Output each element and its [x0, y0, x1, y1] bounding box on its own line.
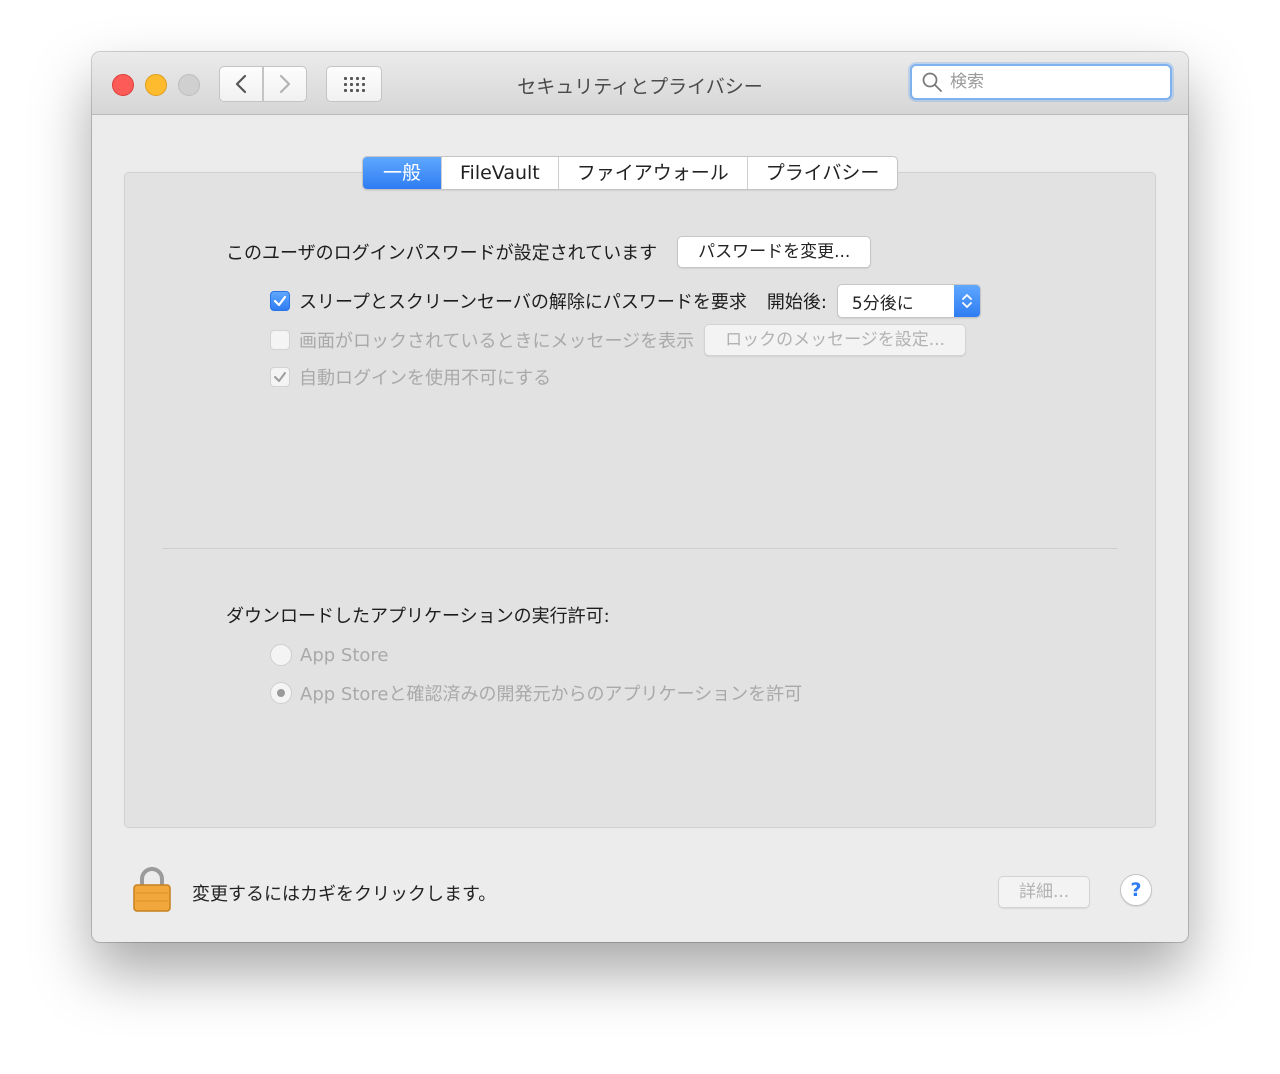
- show-message-row: 画面がロックされているときにメッセージを表示 ロックのメッセージを設定...: [270, 324, 966, 356]
- require-password-checkbox[interactable]: [270, 291, 290, 311]
- radio-identified-developers-label: App Storeと確認済みの開発元からのアプリケーションを許可: [300, 684, 803, 705]
- tab-privacy[interactable]: プライバシー: [748, 157, 898, 189]
- password-status-label: このユーザのログインパスワードが設定されています: [226, 243, 658, 264]
- preferences-window: セキュリティとプライバシー 一般 FileVault ファイアウォール プライバ…: [92, 52, 1188, 942]
- option-app-store-row: App Store: [270, 644, 388, 666]
- stepper-arrows-icon: [953, 285, 980, 317]
- radio-identified-developers[interactable]: [270, 682, 292, 704]
- auto-login-row: 自動ログインを使用不可にする: [270, 364, 551, 390]
- require-password-row: スリープとスクリーンセーバの解除にパスワードを要求 開始後: 5分後に: [270, 284, 981, 318]
- radio-selected-dot: [277, 689, 285, 697]
- option-identified-row: App Storeと確認済みの開発元からのアプリケーションを許可: [270, 680, 802, 706]
- tab-general[interactable]: 一般: [363, 157, 443, 189]
- search-field[interactable]: [910, 64, 1172, 100]
- password-row: このユーザのログインパスワードが設定されています パスワードを変更...: [226, 236, 872, 268]
- checkmark-icon: [274, 372, 286, 382]
- tab-firewall[interactable]: ファイアウォール: [559, 157, 748, 189]
- delay-select-value: 5分後に: [851, 293, 914, 314]
- checkmark-icon: [273, 295, 287, 307]
- show-message-label: 画面がロックされているときにメッセージを表示: [299, 331, 695, 352]
- lock-icon[interactable]: [132, 866, 172, 912]
- advanced-button[interactable]: 詳細...: [998, 876, 1091, 908]
- delay-label: 開始後:: [766, 292, 827, 313]
- delay-select[interactable]: 5分後に: [836, 284, 981, 318]
- radio-app-store[interactable]: [270, 644, 292, 666]
- disable-auto-login-label: 自動ログインを使用不可にする: [299, 368, 552, 389]
- title-bar: セキュリティとプライバシー: [92, 52, 1188, 115]
- radio-app-store-label: App Store: [300, 644, 389, 666]
- lock-hint-text: 変更するにはカギをクリックします。: [192, 884, 497, 905]
- disable-auto-login-checkbox[interactable]: [270, 367, 290, 387]
- search-input[interactable]: [948, 71, 1152, 93]
- tab-content-panel: [124, 172, 1156, 828]
- change-password-button[interactable]: パスワードを変更...: [677, 236, 872, 268]
- set-lock-message-button[interactable]: ロックのメッセージを設定...: [704, 324, 966, 356]
- require-password-label: スリープとスクリーンセーバの解除にパスワードを要求: [299, 292, 747, 313]
- section-divider: [162, 548, 1118, 549]
- search-icon: [922, 72, 942, 92]
- tab-filevault[interactable]: FileVault: [442, 157, 559, 189]
- show-message-checkbox[interactable]: [270, 330, 290, 350]
- downloads-heading-row: ダウンロードしたアプリケーションの実行許可:: [226, 602, 610, 628]
- help-button[interactable]: ?: [1120, 874, 1152, 906]
- tab-bar: 一般 FileVault ファイアウォール プライバシー: [362, 156, 899, 190]
- downloads-heading: ダウンロードしたアプリケーションの実行許可:: [226, 606, 610, 627]
